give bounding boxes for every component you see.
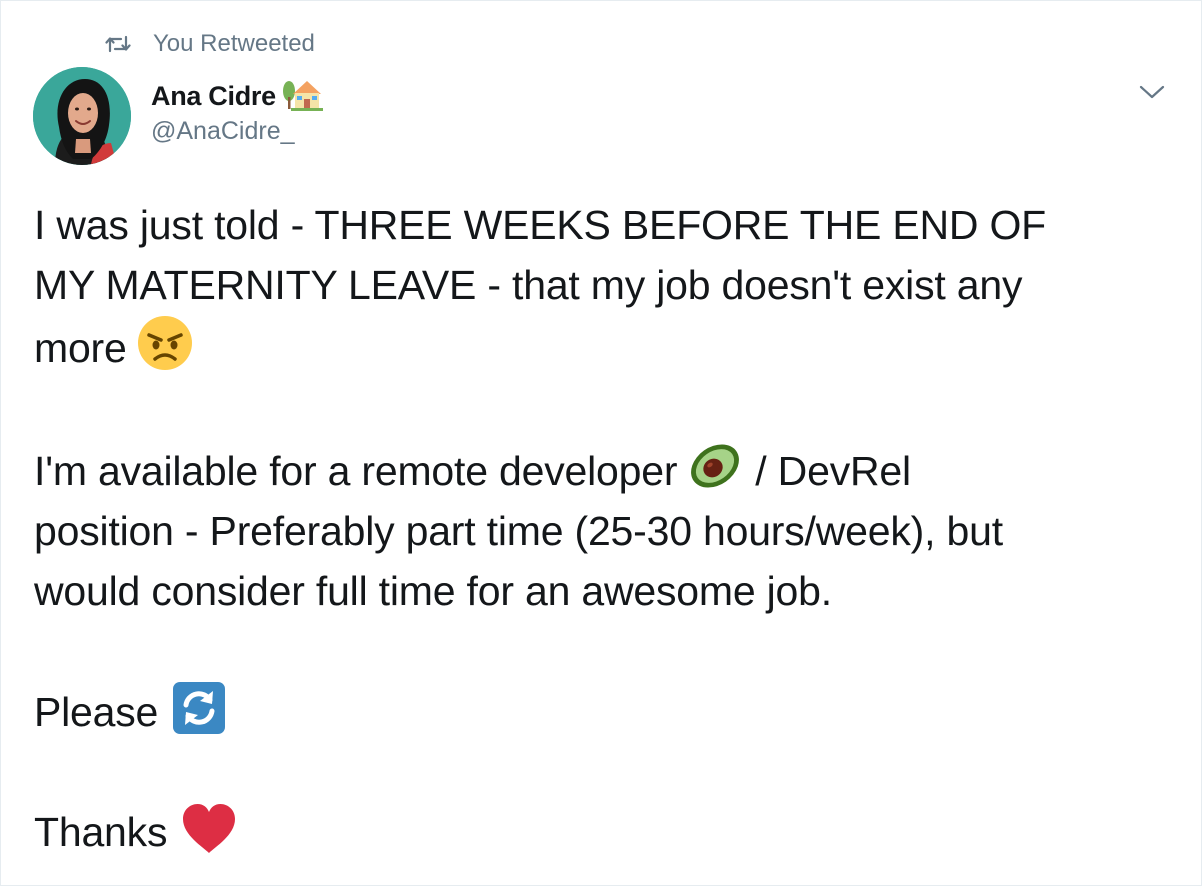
tweet-menu-button[interactable]: [1137, 79, 1167, 103]
tweet-line: MY MATERNITY LEAVE - that my job doesn't…: [34, 262, 1023, 308]
user-info[interactable]: Ana Cidre @AnaCidre_: [151, 77, 323, 146]
user-handle[interactable]: @AnaCidre_: [151, 117, 323, 146]
tweet-line-text: Please: [34, 689, 159, 735]
tweet-line: I was just told - THREE WEEKS BEFORE THE…: [34, 202, 1047, 248]
tweet-line-text: / DevRel: [755, 448, 911, 494]
tweet-card[interactable]: You Retweeted Ana Cidre @AnaCidre_ I was…: [0, 0, 1202, 886]
counterclockwise-arrows-icon: [172, 681, 226, 735]
tweet-line: Please: [34, 681, 1184, 742]
chevron-down-icon: [1139, 85, 1165, 99]
tweet-line: more: [34, 315, 1184, 378]
tweet-line-text: Thanks: [34, 809, 168, 855]
tweet-line-text: more: [34, 325, 127, 371]
tweet-line: I'm available for a remote developer / D…: [34, 438, 1184, 501]
retweet-context: You Retweeted: [105, 29, 315, 59]
angry-face-icon: [137, 315, 193, 371]
tweet-line: position - Preferably part time (25-30 h…: [34, 508, 1003, 554]
retweet-label[interactable]: You Retweeted: [153, 30, 315, 58]
avocado-icon: [687, 438, 743, 494]
tweet-line: Thanks: [34, 802, 1184, 862]
display-name[interactable]: Ana Cidre: [151, 81, 276, 112]
tweet-text: I was just told - THREE WEEKS BEFORE THE…: [34, 195, 1184, 862]
tweet-line: would consider full time for an awesome …: [34, 568, 832, 614]
avatar[interactable]: [33, 67, 131, 165]
tweet-line-text: I'm available for a remote developer: [34, 448, 678, 494]
retweet-icon: [105, 34, 131, 54]
house-with-garden-icon: [281, 77, 323, 116]
red-heart-icon: [181, 803, 237, 855]
